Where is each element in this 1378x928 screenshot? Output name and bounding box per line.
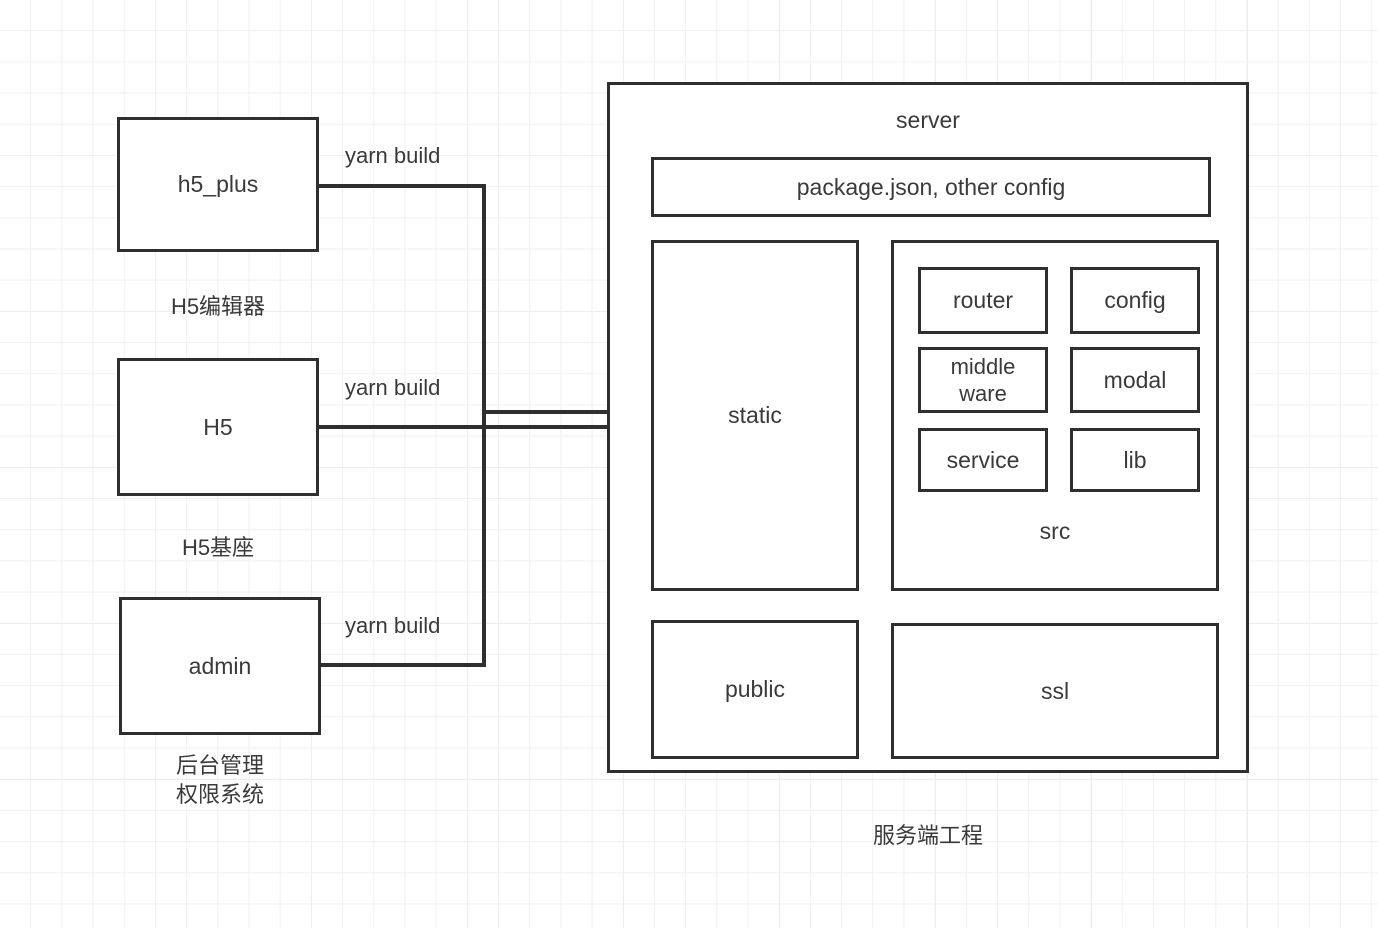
node-src-router-label: router [952, 287, 1014, 314]
container-server: server package.json, other config static… [607, 82, 1249, 773]
node-src-config-label: config [1104, 287, 1166, 314]
edge-label-admin: yarn build [345, 613, 441, 638]
node-src-router[interactable]: router [918, 267, 1048, 334]
node-static-label: static [728, 402, 782, 429]
diagram-canvas: h5_plus H5编辑器 yarn build H5 H5基座 yarn bu… [0, 0, 1378, 928]
node-h5-plus[interactable]: h5_plus [117, 117, 319, 252]
node-admin[interactable]: admin [119, 597, 321, 735]
node-h5-plus-label: h5_plus [177, 171, 259, 198]
node-public[interactable]: public [651, 620, 859, 759]
caption-h5-plus: H5编辑器 [170, 294, 266, 319]
node-public-label: public [724, 676, 786, 703]
caption-admin: 后台管理 权限系统 [175, 753, 264, 807]
container-server-title: server [896, 107, 960, 133]
caption-server: 服务端工程 [872, 823, 983, 848]
node-src-lib-label: lib [1123, 446, 1147, 473]
node-src-modal[interactable]: modal [1070, 347, 1200, 413]
edge-label-h5-plus: yarn build [345, 143, 441, 168]
node-ssl-label: ssl [1040, 677, 1070, 704]
node-package-config[interactable]: package.json, other config [651, 157, 1211, 217]
node-src-service[interactable]: service [918, 428, 1048, 492]
node-package-config-label: package.json, other config [796, 173, 1066, 200]
container-src-title: src [1039, 518, 1071, 544]
caption-h5: H5基座 [181, 535, 255, 560]
node-h5[interactable]: H5 [117, 358, 319, 496]
node-src-service-label: service [946, 446, 1020, 473]
node-src-middleware-label: middle ware [950, 353, 1016, 407]
node-src-middleware[interactable]: middle ware [918, 347, 1048, 413]
container-src: router config middle ware modal service … [891, 240, 1219, 591]
node-src-config[interactable]: config [1070, 267, 1200, 334]
node-src-lib[interactable]: lib [1070, 428, 1200, 492]
node-admin-label: admin [188, 652, 252, 679]
node-src-modal-label: modal [1103, 366, 1167, 393]
edge-label-h5: yarn build [345, 375, 441, 400]
node-h5-label: H5 [203, 413, 233, 440]
node-ssl[interactable]: ssl [891, 623, 1219, 759]
node-static[interactable]: static [651, 240, 859, 591]
